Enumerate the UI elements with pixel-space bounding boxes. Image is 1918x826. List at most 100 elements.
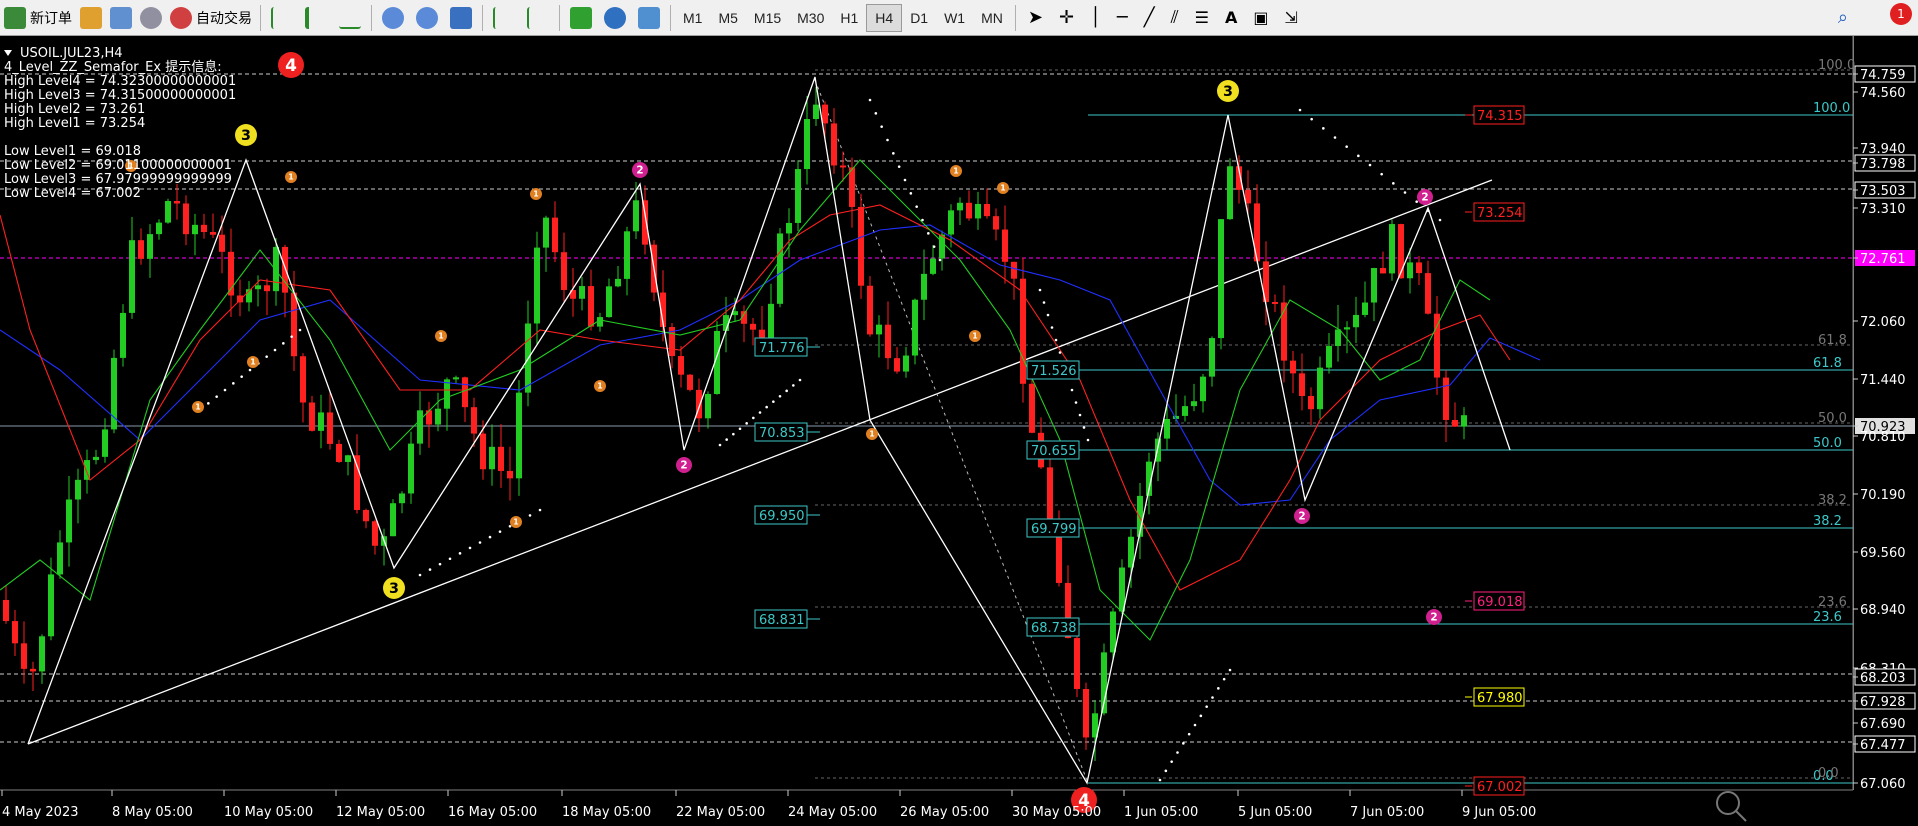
- semafor-dot: [758, 411, 762, 414]
- tf-h4[interactable]: H4: [866, 3, 903, 32]
- semafor-number: 1: [972, 332, 977, 341]
- auto-trading-button[interactable]: 自动交易: [166, 3, 256, 33]
- semafor-dot: [1176, 751, 1179, 754]
- text-label-icon[interactable]: ▣: [1253, 8, 1268, 27]
- semafor-dot: [880, 125, 883, 128]
- semafor-dot: [1193, 723, 1197, 727]
- semafor-dot: [785, 389, 788, 393]
- candle-body: [102, 429, 108, 457]
- arrows-dropdown-icon[interactable]: ⇲: [1284, 8, 1297, 27]
- magnifier-icon[interactable]: [1716, 791, 1747, 822]
- candle-body: [291, 292, 297, 357]
- tf-m5[interactable]: M5: [710, 4, 745, 32]
- semafor-dot: [282, 342, 285, 345]
- chat-icon[interactable]: 1: [1878, 1, 1918, 35]
- semafor-dot: [1054, 338, 1058, 342]
- text-tool-icon[interactable]: A: [1225, 8, 1237, 27]
- horizontal-line-icon[interactable]: ─: [1117, 7, 1128, 28]
- search-icon[interactable]: ⌕: [1838, 7, 1848, 28]
- crosshair-icon[interactable]: ✛: [1059, 7, 1074, 28]
- tf-m30[interactable]: M30: [789, 4, 832, 32]
- semafor-dot: [223, 388, 227, 392]
- indicator-title: 4_Level_ZZ_Semafor_Ex 提示信息:: [4, 59, 222, 75]
- tf-mn[interactable]: MN: [973, 4, 1011, 32]
- semafor-number: 1: [513, 518, 518, 527]
- fib-percent-label-grey: 38.2: [1818, 493, 1847, 508]
- candle-body: [822, 104, 828, 124]
- semafor-dot: [428, 568, 432, 571]
- candle-body: [705, 394, 711, 419]
- semafor-number: 1: [288, 173, 293, 182]
- semafor-dot: [1298, 108, 1302, 112]
- bar-chart-icon[interactable]: [271, 6, 293, 29]
- candle-body: [975, 204, 981, 219]
- semafor-dot: [1368, 163, 1372, 167]
- zoom-out-icon[interactable]: [416, 6, 438, 29]
- ma-green: [0, 159, 1491, 641]
- time-tick-label: 24 May 05:00: [788, 805, 877, 820]
- candle-body: [399, 493, 405, 504]
- signals-icon[interactable]: [140, 6, 162, 29]
- candle-body: [156, 222, 162, 235]
- time-tick-label: 9 Jun 05:00: [1462, 805, 1536, 820]
- autoscroll-icon[interactable]: [493, 6, 515, 29]
- tf-d1[interactable]: D1: [902, 4, 936, 32]
- templates-icon[interactable]: [638, 6, 660, 29]
- semafor-dot: [752, 416, 755, 420]
- candle-body: [552, 217, 558, 253]
- toolbar-separator: [260, 4, 261, 31]
- channel-icon[interactable]: ⫽: [1171, 7, 1179, 28]
- indicators-icon[interactable]: [570, 6, 592, 29]
- dotted-projection-line: [814, 79, 1089, 784]
- new-order-label: 新订单: [30, 10, 72, 27]
- candle-body: [453, 377, 459, 380]
- semafor-dot: [240, 375, 243, 378]
- tf-m15[interactable]: M15: [746, 4, 789, 32]
- trendline: [27, 179, 1493, 745]
- time-tick-label: 7 Jun 05:00: [1350, 805, 1424, 820]
- ma-red: [0, 204, 1511, 591]
- fibonacci-icon[interactable]: ☰: [1195, 8, 1209, 27]
- tf-h1[interactable]: H1: [832, 4, 866, 32]
- info-line: Low Level3 = 67.97999999999999: [4, 172, 232, 187]
- candle-body: [885, 324, 891, 359]
- zoom-in-icon[interactable]: [382, 6, 404, 29]
- cursor-arrow-icon[interactable]: ➤: [1028, 7, 1043, 28]
- periods-clock-icon[interactable]: [604, 6, 626, 29]
- candle-body: [1461, 415, 1467, 427]
- semafor-dot: [1182, 742, 1185, 745]
- candle-body: [534, 247, 540, 324]
- tf-m1[interactable]: M1: [675, 4, 710, 32]
- semafor-dot: [1199, 714, 1203, 718]
- price-tick-label: 67.928: [1860, 695, 1906, 710]
- time-tick-label: 8 May 05:00: [112, 805, 193, 820]
- candle-body: [858, 206, 864, 286]
- candle-body: [1353, 314, 1359, 328]
- candle-body: [867, 285, 873, 335]
- vertical-line-icon[interactable]: │: [1090, 7, 1101, 28]
- candle-body: [210, 232, 216, 235]
- trendline-icon[interactable]: ╱: [1144, 7, 1155, 28]
- semafor-number: 1: [533, 190, 538, 199]
- news-icon[interactable]: [110, 6, 132, 29]
- price-tick-label: 70.810: [1860, 430, 1906, 445]
- tile-windows-icon[interactable]: [450, 6, 472, 29]
- price-chart[interactable]: 71.776 70.853 69.950 68.831 71.526 70.655 69.…: [0, 36, 1918, 826]
- candle-body: [930, 258, 936, 274]
- chart-shift-icon[interactable]: [527, 6, 549, 29]
- new-order-button[interactable]: 新订单: [0, 3, 76, 33]
- tf-w1[interactable]: W1: [936, 4, 973, 32]
- semafor-dot: [1380, 172, 1383, 176]
- candle-body: [147, 234, 153, 259]
- semafor-dot: [215, 395, 218, 398]
- candle-body: [444, 379, 450, 409]
- semafor-number: 3: [241, 128, 251, 144]
- candle-body: [642, 200, 648, 245]
- semafor-dot: [458, 552, 462, 555]
- candle-body: [957, 202, 963, 211]
- fib-left-labels: 71.776 70.853 69.950 68.831: [754, 337, 808, 629]
- semafor-dot: [927, 232, 930, 235]
- candlestick-icon[interactable]: [305, 6, 327, 29]
- line-chart-icon[interactable]: [339, 7, 361, 29]
- eraser-icon[interactable]: [80, 6, 102, 29]
